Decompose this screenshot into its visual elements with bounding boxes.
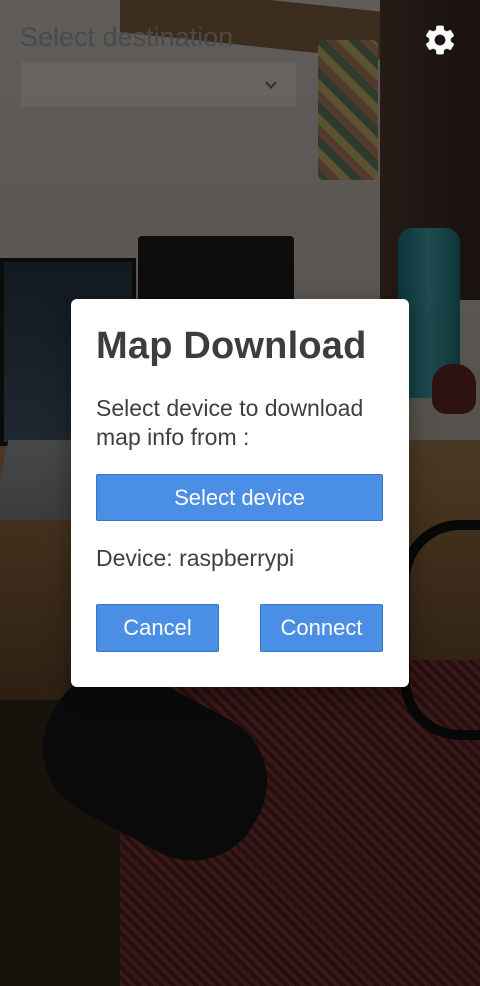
selected-device-text: Device: raspberrypi [96,545,294,572]
dialog-message: Select device to download map info from … [96,395,364,450]
select-device-button[interactable]: Select device [96,474,383,521]
chevron-down-icon [265,80,277,89]
dialog-title: Map Download [96,325,367,367]
destination-dropdown[interactable] [21,62,296,107]
settings-button[interactable] [420,20,460,60]
connect-button[interactable]: Connect [260,604,383,652]
map-download-dialog: Map Download Select device to download m… [71,299,409,687]
device-prefix: Device: [96,545,173,571]
gear-icon [425,25,455,55]
cancel-button[interactable]: Cancel [96,604,219,652]
destination-label: Select destination [20,22,234,52]
device-name: raspberrypi [179,545,295,571]
